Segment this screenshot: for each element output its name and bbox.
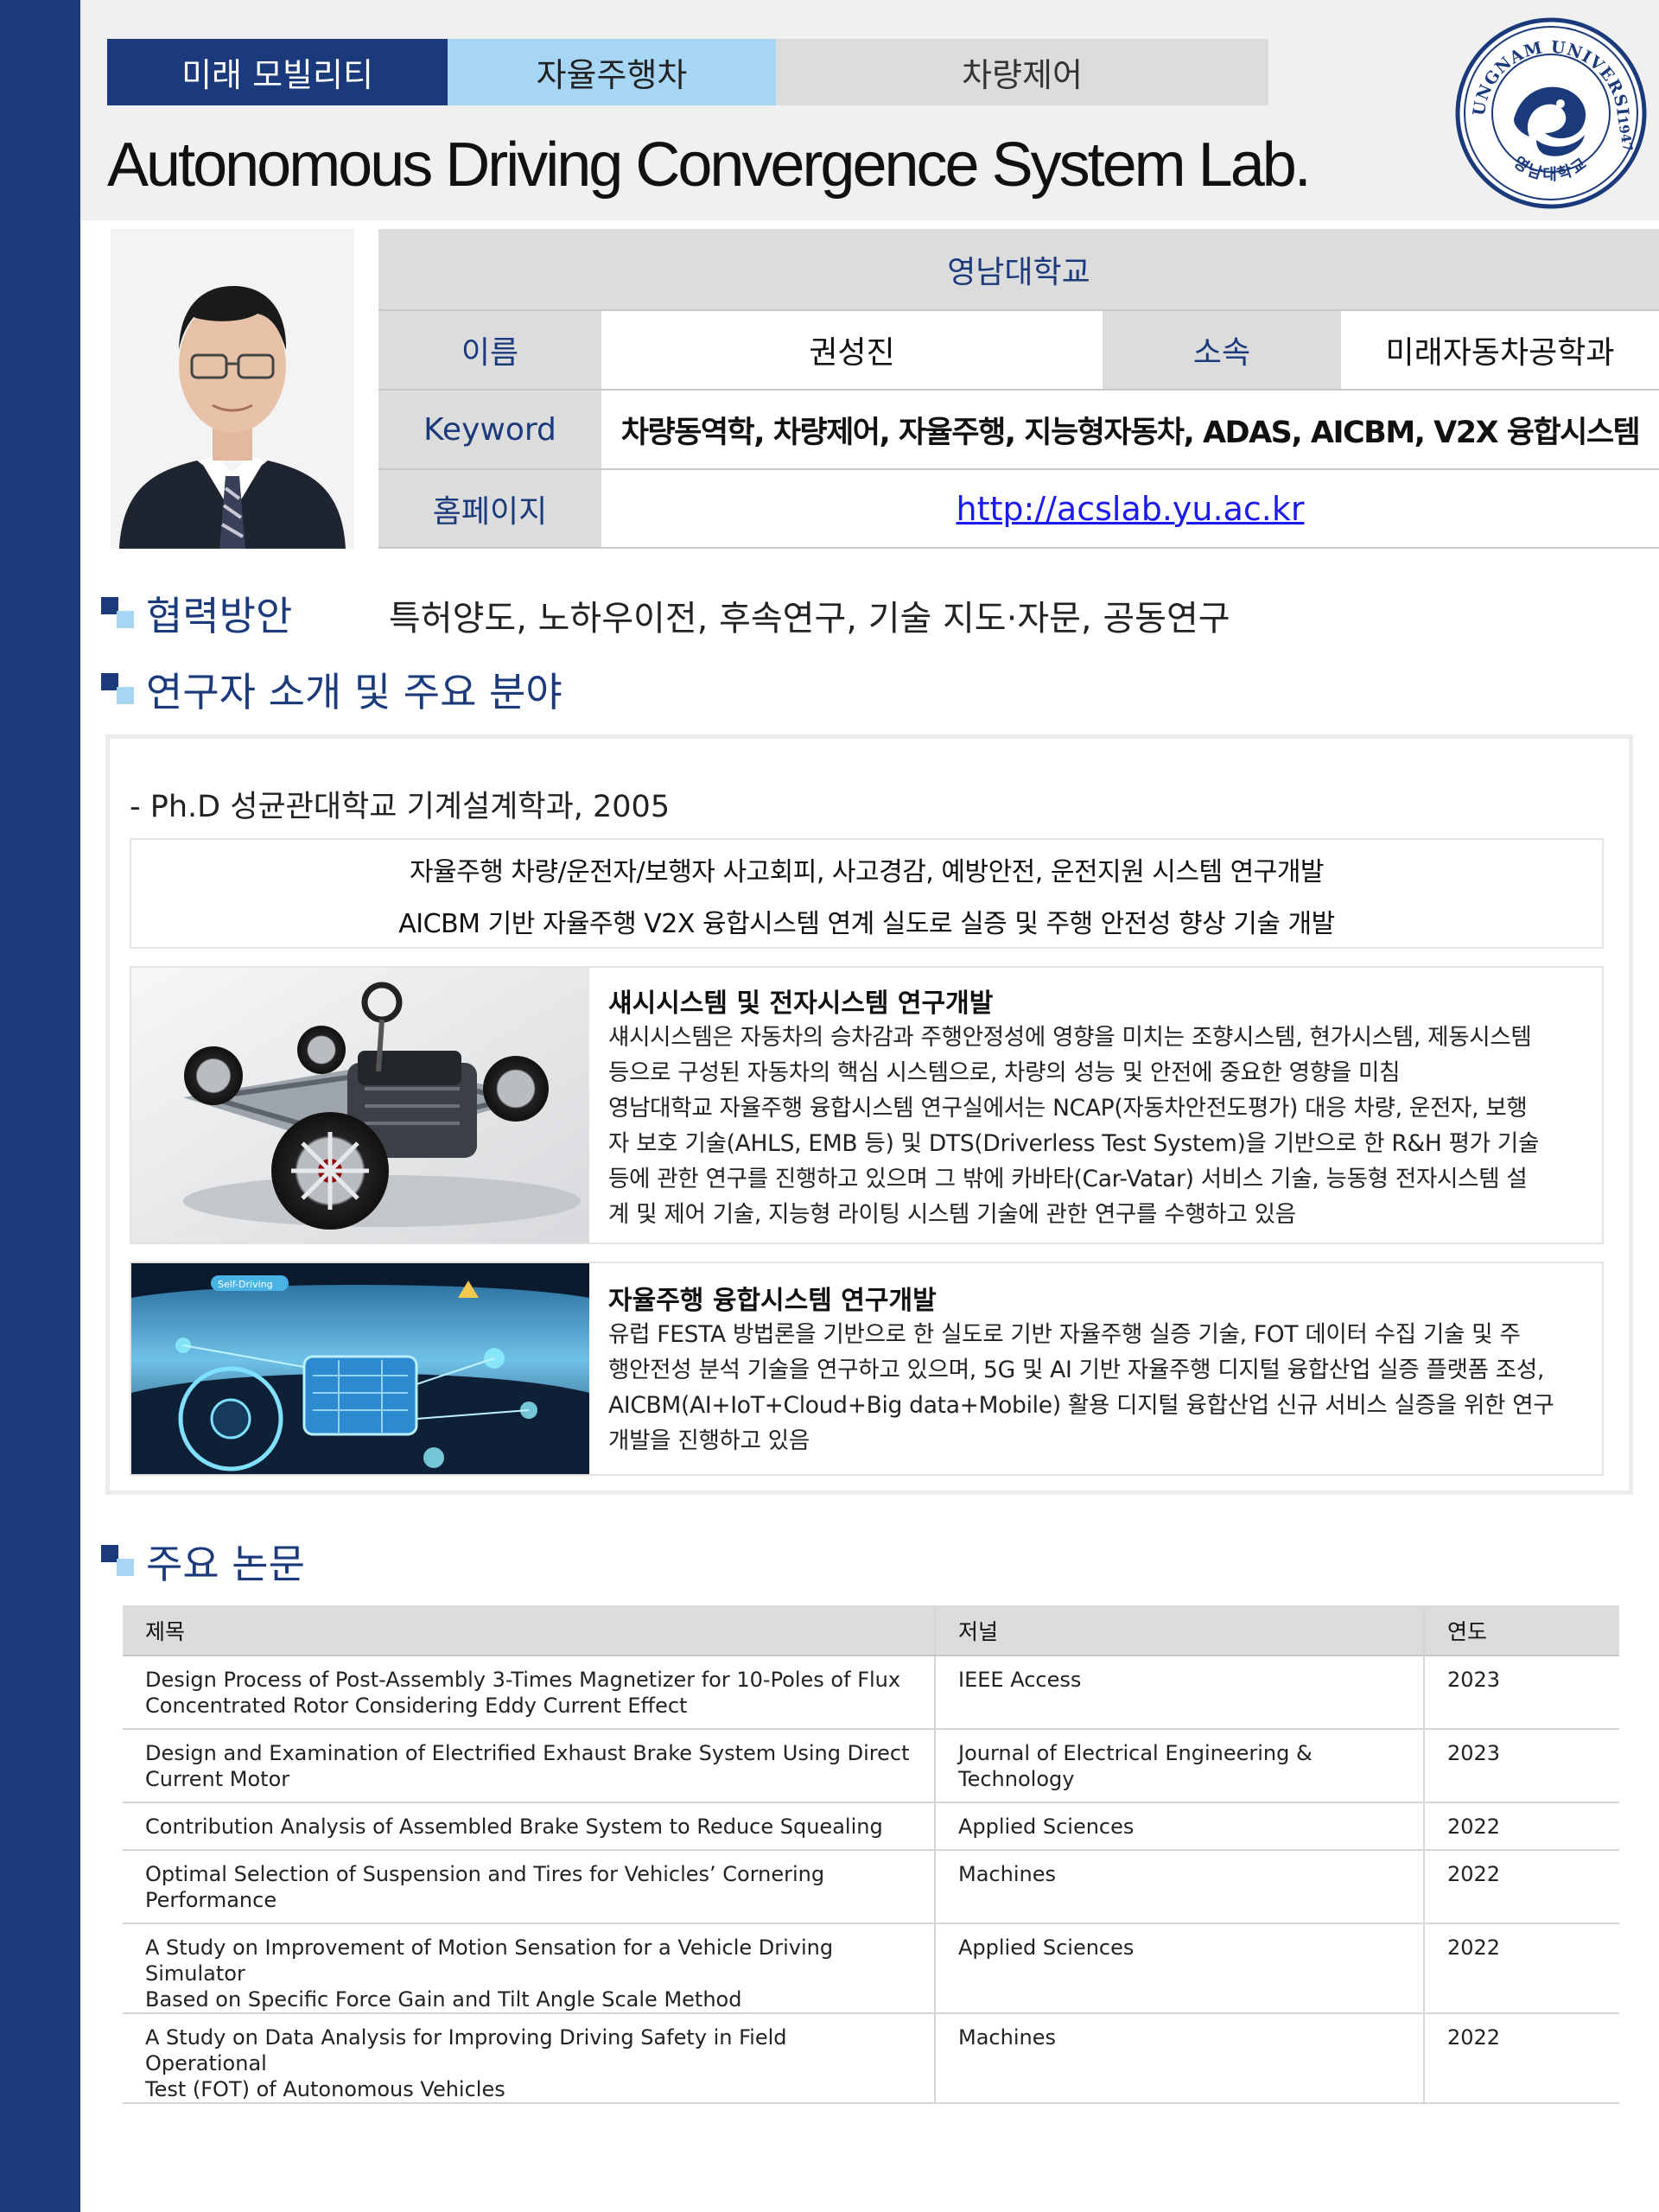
body-line: 섀시시스템은 자동차의 승차감과 주행안정성에 영향을 미치는 조향시스템, 현…: [608, 1024, 1532, 1051]
category-autonomous-vehicle: 자율주행차: [448, 39, 776, 105]
keyword-list: 차량동역학, 차량제어, 자율주행, 지능형자동차, ADAS, AICBM, …: [620, 415, 1641, 450]
body-line: 행안전성 분석 기술을 연구하고 있으며, 5G 및 AI 기반 자율주행 디지…: [608, 1357, 1545, 1383]
col-title-header: 제목: [123, 1605, 936, 1656]
university-name: 영남대학교: [378, 229, 1659, 309]
body-line: 영남대학교 자율주행 융합시스템 연구실에서는 NCAP(자동차안전도평가) 대…: [608, 1095, 1528, 1122]
paper-journal: Applied Sciences: [935, 1802, 1425, 1851]
col-journal-header: 저널: [935, 1605, 1425, 1656]
body-line: 유럽 FESTA 방법론을 기반으로 한 실도로 기반 자율주행 실증 기술, …: [608, 1321, 1521, 1348]
feature-autonomous-title: 자율주행 융합시스템 연구개발: [608, 1286, 937, 1316]
body-line: AICBM(AI+IoT+Cloud+Big data+Mobile) 활용 디…: [608, 1392, 1554, 1419]
paper-journal: Machines: [935, 1850, 1425, 1924]
body-line: 등에 관한 연구를 진행하고 있으며 그 밖에 카바타(Car-Vatar) 서…: [608, 1166, 1528, 1192]
cooperation-methods: 특허양도, 노하우이전, 후속연구, 기술 지도·자문, 공동연구: [389, 599, 1230, 639]
table-row: A Study on Improvement of Motion Sensati…: [123, 1923, 1619, 2014]
paper-journal: Journal of Electrical Engineering & Techn…: [935, 1729, 1425, 1803]
name-row: 이름 권성진 소속 미래자동차공학과: [378, 311, 1659, 391]
paper-journal: Machines: [935, 2013, 1425, 2104]
papers-title: 주요 논문: [146, 1541, 305, 1587]
cooperation-title: 협력방안: [146, 593, 293, 639]
feature-autonomous: Self-Driving 자율주행 융합시스템 연구개발 유럽 FESTA 방법…: [130, 1262, 1604, 1476]
focus-line-1: 자율주행 차량/운전자/보행자 사고회피, 사고경감, 예방안전, 운전지원 시…: [409, 857, 1325, 887]
category-tabs: 미래 모빌리티 자율주행차 차량제어: [107, 39, 1268, 105]
paper-year: 2022: [1424, 2013, 1619, 2104]
category-future-mobility: 미래 모빌리티: [107, 39, 448, 105]
intro-title: 연구자 소개 및 주요 분야: [146, 669, 563, 715]
body-line: 계 및 제어 기술, 지능형 라이팅 시스템 기술에 관한 연구를 수행하고 있…: [608, 1201, 1296, 1228]
body-line: 개발을 진행하고 있음: [608, 1427, 810, 1454]
lab-title: Autonomous Driving Convergence System La…: [107, 130, 1312, 200]
research-focus-box: 자율주행 차량/운전자/보행자 사고회피, 사고경감, 예방안전, 운전지원 시…: [130, 838, 1604, 949]
focus-line-2: AICBM 기반 자율주행 V2X 융합시스템 연계 실도로 실증 및 주행 안…: [398, 909, 1335, 939]
table-row: Optimal Selection of Suspension and Tire…: [123, 1850, 1619, 1924]
table-row: Design Process of Post-Assembly 3-Times …: [123, 1656, 1619, 1730]
homepage-link[interactable]: http://acslab.yu.ac.kr: [957, 490, 1305, 528]
homepage-row: 홈페이지 http://acslab.yu.ac.kr: [378, 470, 1659, 549]
section-bullet-icon: [101, 597, 134, 630]
table-row: Contribution Analysis of Assembled Brake…: [123, 1802, 1619, 1851]
paper-title: Design and Examination of Electrified Ex…: [123, 1729, 936, 1803]
category-vehicle-control: 차량제어: [776, 39, 1268, 105]
degree-text: - Ph.D 성균관대학교 기계설계학과, 2005: [130, 790, 671, 824]
body-line: 등으로 구성된 자동차의 핵심 시스템으로, 차량의 성능 및 안전에 중요한 …: [608, 1059, 1401, 1086]
feature-chassis-title: 섀시시스템 및 전자시스템 연구개발: [608, 988, 994, 1019]
self-driving-label: Self-Driving: [218, 1279, 273, 1290]
keyword-row: Keyword 차량동역학, 차량제어, 자율주행, 지능형자동차, ADAS,…: [378, 391, 1659, 470]
feature-chassis: 섀시시스템 및 전자시스템 연구개발 섀시시스템은 자동차의 승차감과 주행안정…: [130, 966, 1604, 1244]
paper-title: Contribution Analysis of Assembled Brake…: [123, 1802, 936, 1851]
paper-journal: IEEE Access: [935, 1656, 1425, 1730]
vehicle-chassis-image: [131, 968, 589, 1243]
researcher-photo: [111, 229, 354, 549]
university-seal-logo: YEUNGNAM UNIVERSITY 영남대학교 1947: [1453, 16, 1647, 209]
paper-title: Optimal Selection of Suspension and Tire…: [123, 1850, 936, 1924]
name-label: 이름: [378, 311, 601, 389]
paper-title: Design Process of Post-Assembly 3-Times …: [123, 1656, 936, 1730]
university-row: 영남대학교: [378, 229, 1659, 311]
portrait-photo-icon: [111, 229, 354, 549]
researcher-name: 권성진: [809, 335, 895, 371]
paper-year: 2023: [1424, 1656, 1619, 1730]
left-accent-bar: [0, 0, 80, 2212]
paper-year: 2022: [1424, 1923, 1619, 2014]
cooperation-heading: 협력방안: [101, 588, 292, 639]
paper-year: 2022: [1424, 1850, 1619, 1924]
table-row: A Study on Data Analysis for Improving D…: [123, 2013, 1619, 2104]
feature-chassis-body: 섀시시스템은 자동차의 승차감과 주행안정성에 영향을 미치는 조향시스템, 현…: [608, 1020, 1585, 1232]
section-bullet-icon: [101, 1545, 134, 1578]
paper-title: A Study on Data Analysis for Improving D…: [123, 2013, 936, 2104]
table-row: Design and Examination of Electrified Ex…: [123, 1729, 1619, 1803]
paper-year: 2022: [1424, 1802, 1619, 1851]
papers-header-row: 제목 저널 연도: [123, 1605, 1619, 1656]
paper-journal: Applied Sciences: [935, 1923, 1425, 2014]
papers-table: 제목 저널 연도 Design Process of Post-Assembly…: [123, 1605, 1619, 2104]
profile-table: 영남대학교 이름 권성진 소속 미래자동차공학과 Keyword 차량동역학, …: [378, 229, 1659, 549]
section-bullet-icon: [101, 673, 134, 706]
body-line: 자 보호 기술(AHLS, EMB 등) 및 DTS(Driverless Te…: [608, 1130, 1540, 1157]
paper-title: A Study on Improvement of Motion Sensati…: [123, 1923, 936, 2014]
homepage-label: 홈페이지: [378, 470, 601, 547]
self-driving-cockpit-image: Self-Driving: [131, 1263, 589, 1474]
papers-heading: 주요 논문: [101, 1535, 305, 1587]
intro-heading: 연구자 소개 및 주요 분야: [101, 664, 563, 715]
keyword-label: Keyword: [378, 391, 601, 468]
paper-year: 2023: [1424, 1729, 1619, 1803]
department-name: 미래자동차공학과: [1385, 335, 1615, 371]
col-year-header: 연도: [1424, 1605, 1619, 1656]
feature-autonomous-body: 유럽 FESTA 방법론을 기반으로 한 실도로 기반 자율주행 실증 기술, …: [608, 1317, 1585, 1459]
dept-label: 소속: [1103, 311, 1341, 389]
